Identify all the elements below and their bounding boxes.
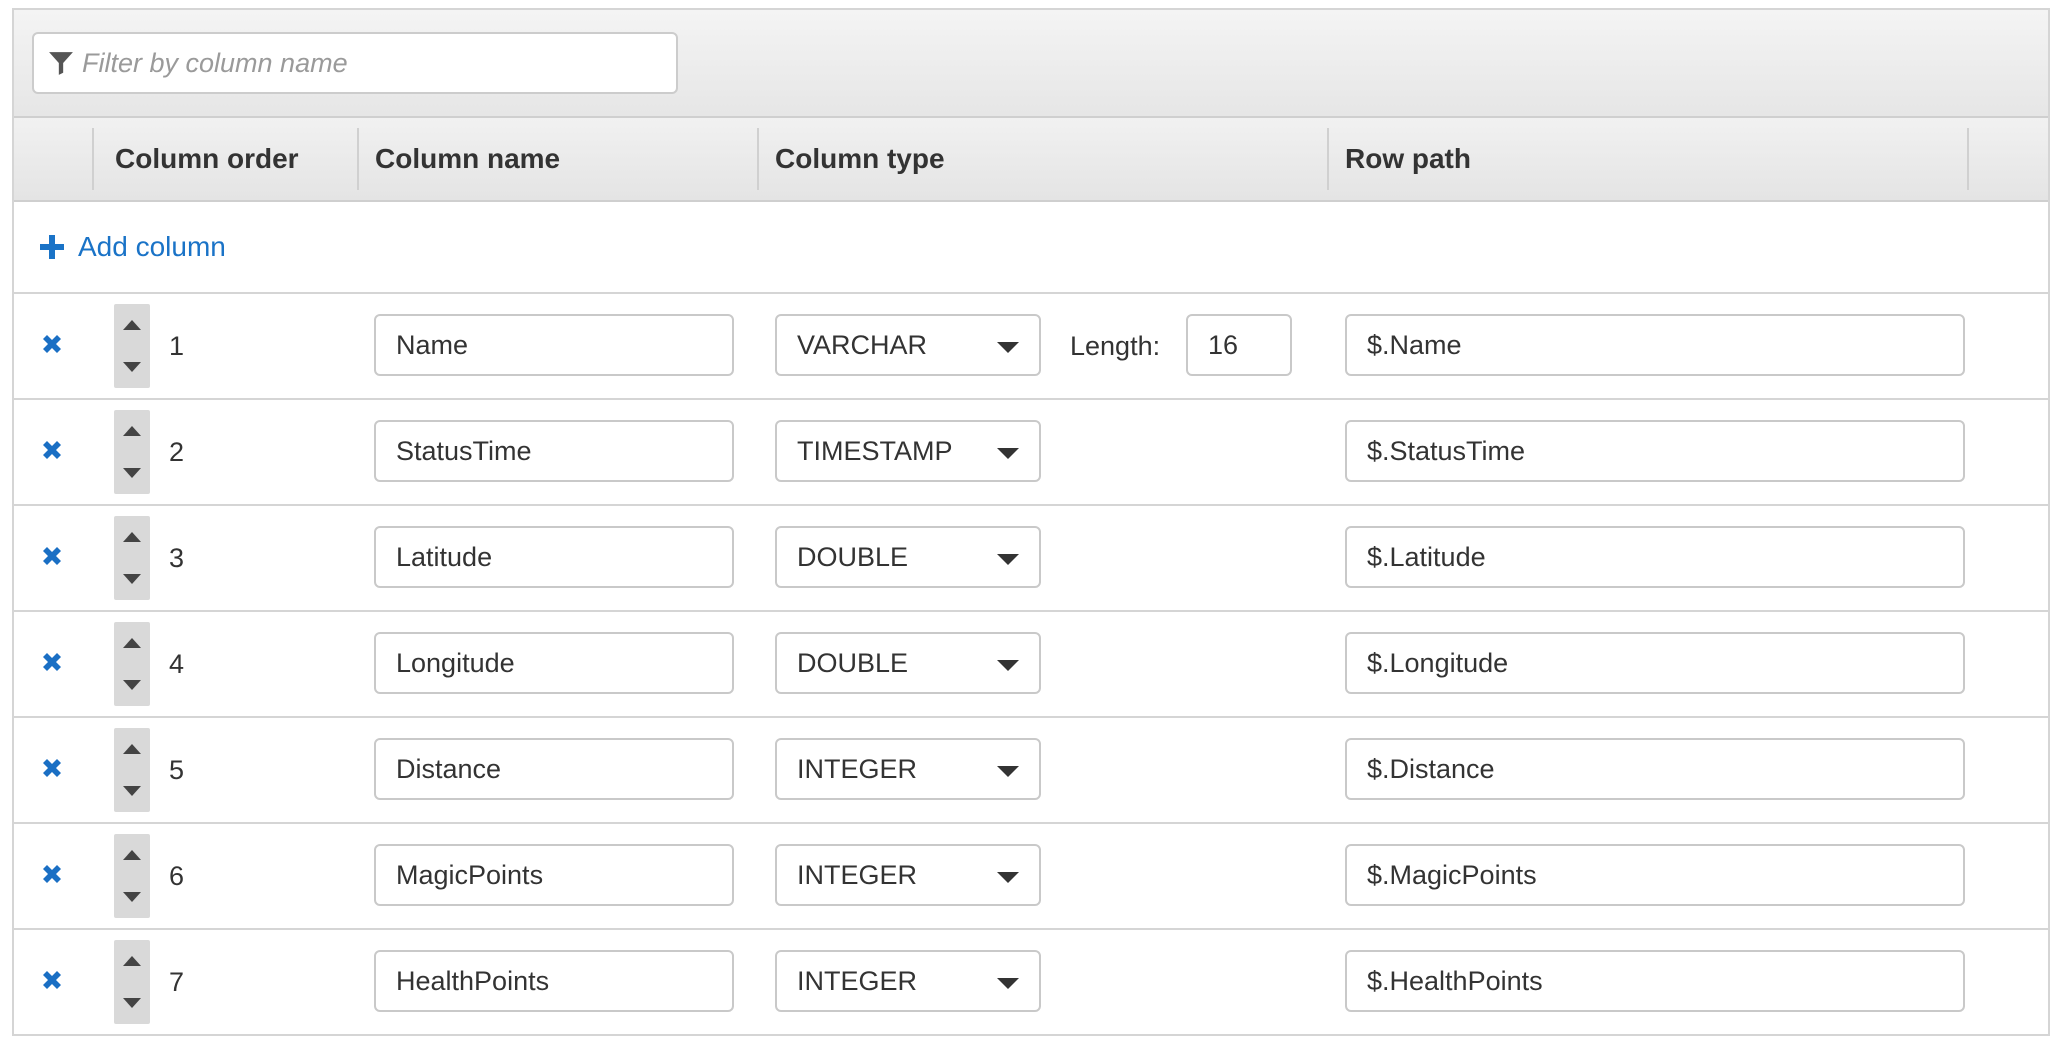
move-down-icon[interactable]: [123, 998, 141, 1008]
length-label: Length:: [1070, 330, 1161, 361]
column-type-select[interactable]: INTEGER: [775, 844, 1041, 906]
row-path-input[interactable]: [1345, 314, 1965, 376]
column-name-input[interactable]: [374, 420, 734, 482]
column-type-value: INTEGER: [797, 859, 918, 890]
table-row: 6 INTEGER: [14, 824, 2048, 930]
order-stepper[interactable]: [114, 834, 150, 918]
move-down-icon[interactable]: [123, 468, 141, 478]
move-up-icon[interactable]: [123, 638, 141, 648]
move-up-icon[interactable]: [123, 320, 141, 330]
add-column-button[interactable]: Add column: [40, 231, 226, 263]
table-row: 7 INTEGER: [14, 930, 2048, 1036]
column-type-value: TIMESTAMP: [797, 435, 953, 466]
header-separator: [92, 128, 94, 190]
move-down-icon[interactable]: [123, 574, 141, 584]
move-up-icon[interactable]: [123, 850, 141, 860]
column-type-select[interactable]: DOUBLE: [775, 526, 1041, 588]
length-input[interactable]: [1186, 314, 1292, 376]
row-path-input[interactable]: [1345, 526, 1965, 588]
column-type-select[interactable]: INTEGER: [775, 950, 1041, 1012]
order-stepper[interactable]: [114, 516, 150, 600]
table-row: 5 INTEGER: [14, 718, 2048, 824]
column-type-value: INTEGER: [797, 753, 918, 784]
delete-icon[interactable]: [40, 438, 64, 462]
header-separator: [1967, 128, 1969, 190]
delete-icon[interactable]: [40, 862, 64, 886]
filter-bar: [14, 10, 2048, 118]
column-name-input[interactable]: [374, 738, 734, 800]
header-separator: [1327, 128, 1329, 190]
column-order-number: 3: [169, 542, 185, 573]
header-separator: [757, 128, 759, 190]
order-stepper[interactable]: [114, 410, 150, 494]
column-order-number: 1: [169, 330, 185, 361]
filter-input[interactable]: [82, 47, 642, 79]
caret-down-icon: [997, 766, 1019, 777]
order-stepper[interactable]: [114, 622, 150, 706]
column-order-number: 2: [169, 436, 185, 467]
delete-icon[interactable]: [40, 544, 64, 568]
column-type-value: DOUBLE: [797, 541, 909, 572]
move-up-icon[interactable]: [123, 744, 141, 754]
order-stepper[interactable]: [114, 940, 150, 1024]
move-up-icon[interactable]: [123, 426, 141, 436]
table-header: Column order Column name Column type Row…: [14, 118, 2048, 202]
column-order-number: 4: [169, 648, 185, 679]
column-type-value: DOUBLE: [797, 647, 909, 678]
add-column-label: Add column: [78, 231, 226, 262]
move-down-icon[interactable]: [123, 362, 141, 372]
move-up-icon[interactable]: [123, 532, 141, 542]
table-row: 1 VARCHAR Length:: [14, 294, 2048, 400]
column-type-value: INTEGER: [797, 965, 918, 996]
filter-box[interactable]: [32, 32, 678, 94]
column-name-input[interactable]: [374, 950, 734, 1012]
column-name-input[interactable]: [374, 844, 734, 906]
column-name-input[interactable]: [374, 526, 734, 588]
column-order-number: 6: [169, 860, 185, 891]
column-type-select[interactable]: VARCHAR: [775, 314, 1041, 376]
table-row: 4 DOUBLE: [14, 612, 2048, 718]
move-down-icon[interactable]: [123, 680, 141, 690]
header-separator: [357, 128, 359, 190]
move-up-icon[interactable]: [123, 956, 141, 966]
caret-down-icon: [997, 978, 1019, 989]
row-path-input[interactable]: [1345, 632, 1965, 694]
column-type-select[interactable]: INTEGER: [775, 738, 1041, 800]
caret-down-icon: [997, 448, 1019, 459]
caret-down-icon: [997, 554, 1019, 565]
caret-down-icon: [997, 342, 1019, 353]
move-down-icon[interactable]: [123, 786, 141, 796]
column-type-select[interactable]: TIMESTAMP: [775, 420, 1041, 482]
column-order-number: 7: [169, 966, 185, 997]
row-path-input[interactable]: [1345, 950, 1965, 1012]
column-rows: 1 VARCHAR Length: 2 TIMESTAMP: [14, 294, 2048, 1036]
delete-icon[interactable]: [40, 756, 64, 780]
delete-icon[interactable]: [40, 968, 64, 992]
order-stepper[interactable]: [114, 728, 150, 812]
caret-down-icon: [997, 660, 1019, 671]
table-row: 2 TIMESTAMP: [14, 400, 2048, 506]
header-column-order: Column order: [115, 143, 299, 174]
delete-icon[interactable]: [40, 332, 64, 356]
delete-icon[interactable]: [40, 650, 64, 674]
plus-icon: [40, 235, 64, 259]
row-path-input[interactable]: [1345, 738, 1965, 800]
row-path-input[interactable]: [1345, 844, 1965, 906]
row-path-input[interactable]: [1345, 420, 1965, 482]
move-down-icon[interactable]: [123, 892, 141, 902]
add-column-row: Add column: [14, 202, 2048, 294]
header-column-type: Column type: [775, 143, 945, 174]
filter-icon: [49, 52, 73, 75]
column-name-input[interactable]: [374, 632, 734, 694]
header-column-name: Column name: [375, 143, 561, 174]
column-type-select[interactable]: DOUBLE: [775, 632, 1041, 694]
column-type-value: VARCHAR: [797, 329, 928, 360]
header-row-path: Row path: [1345, 143, 1471, 174]
column-name-input[interactable]: [374, 314, 734, 376]
column-order-number: 5: [169, 754, 185, 785]
schema-panel: Column order Column name Column type Row…: [12, 8, 2050, 1036]
order-stepper[interactable]: [114, 304, 150, 388]
table-row: 3 DOUBLE: [14, 506, 2048, 612]
caret-down-icon: [997, 872, 1019, 883]
